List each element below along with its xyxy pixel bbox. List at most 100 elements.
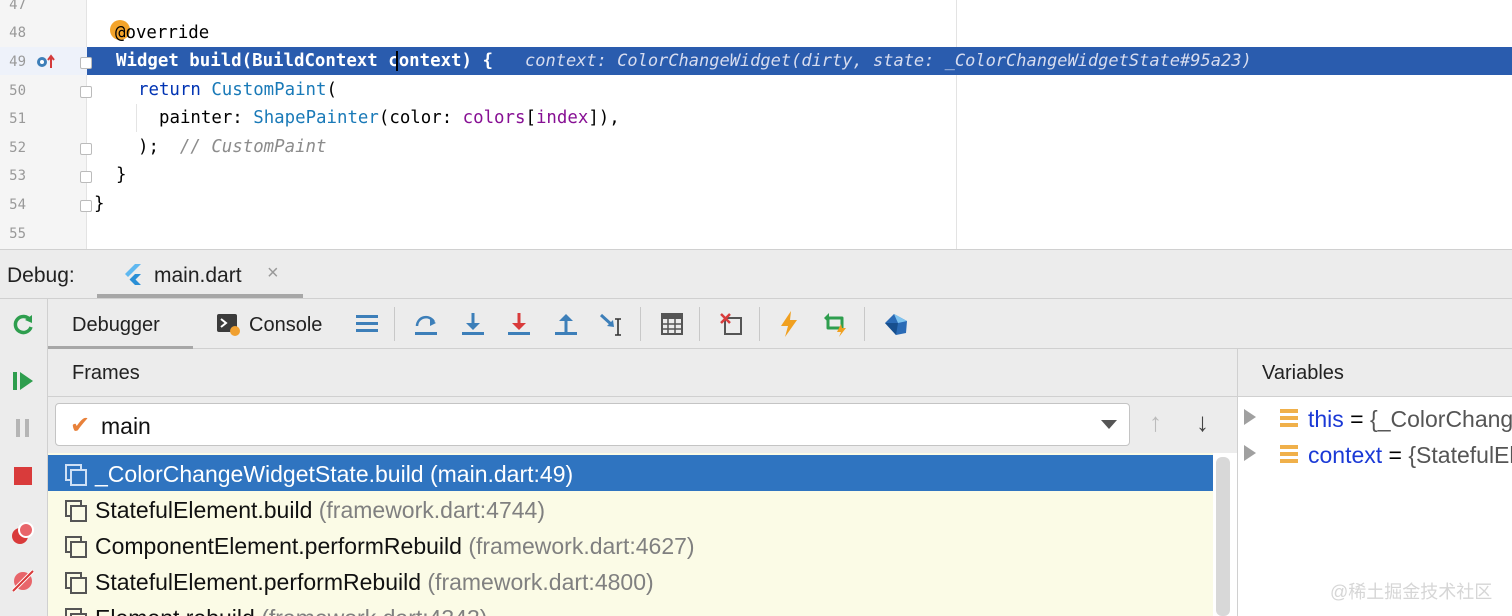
indent-guide bbox=[136, 104, 137, 132]
force-step-into-icon[interactable] bbox=[502, 307, 536, 341]
line-number: 49 bbox=[9, 54, 26, 70]
field-icon bbox=[1280, 445, 1298, 463]
line-number: 52 bbox=[9, 140, 26, 156]
field-colors: colors bbox=[462, 108, 526, 128]
tab-debugger[interactable]: Debugger bbox=[48, 299, 193, 349]
code-editor[interactable]: 47 48 49 50 51 52 53 54 55 @override Wid… bbox=[0, 0, 1512, 249]
frame-name: StatefulElement.performRebuild bbox=[95, 569, 421, 595]
tab-console[interactable]: Console bbox=[214, 299, 344, 349]
frame-name: Element.rebuild bbox=[95, 605, 255, 616]
close-paren: ); bbox=[138, 137, 159, 157]
frames-scrollbar[interactable] bbox=[1216, 457, 1230, 616]
override-marker-icon[interactable] bbox=[36, 54, 56, 70]
debug-side-toolbar bbox=[0, 299, 48, 616]
variable-value: {StatefulElement} bbox=[1408, 442, 1512, 468]
fold-marker-icon[interactable] bbox=[80, 143, 92, 155]
expand-arrow-icon[interactable] bbox=[1244, 445, 1256, 461]
check-icon: ✔ bbox=[70, 412, 91, 439]
code-line-50: return CustomPaint( bbox=[138, 79, 337, 101]
step-over-icon[interactable] bbox=[409, 307, 443, 341]
frame-row[interactable]: ComponentElement.performRebuild (framewo… bbox=[48, 527, 1213, 563]
toolbar-separator bbox=[640, 307, 641, 341]
comment-custompaint: // CustomPaint bbox=[179, 137, 327, 157]
variable-eq: = bbox=[1382, 442, 1409, 468]
frame-location: (framework.dart:4800) bbox=[427, 569, 654, 595]
watermark: @稀土掘金技术社区 bbox=[1330, 582, 1493, 602]
tab-main-dart-label: main.dart bbox=[154, 264, 242, 287]
frame-row[interactable]: Element.rebuild (framework.dart:4343) bbox=[48, 599, 1213, 616]
frames-header: Frames bbox=[48, 349, 1237, 397]
code-line-49: Widget build(BuildContext context) { bbox=[116, 50, 493, 72]
mute-breakpoints-icon[interactable] bbox=[6, 564, 40, 598]
line-number: 54 bbox=[9, 197, 26, 213]
paren: ( bbox=[326, 80, 337, 100]
args-end: ]), bbox=[588, 108, 620, 128]
rerun-icon[interactable] bbox=[6, 307, 40, 341]
line-number: 47 bbox=[9, 0, 26, 13]
frame-location: (framework.dart:4343) bbox=[261, 605, 487, 616]
code-line-54: } bbox=[94, 194, 105, 214]
thread-dropdown[interactable]: ✔ main bbox=[55, 403, 1130, 446]
show-execution-point-icon[interactable] bbox=[350, 307, 384, 341]
field-index: index bbox=[535, 108, 589, 128]
run-to-cursor-icon[interactable] bbox=[595, 307, 629, 341]
fold-marker-icon[interactable] bbox=[80, 200, 92, 212]
thread-name: main bbox=[101, 413, 151, 439]
tab-debugger-label: Debugger bbox=[72, 314, 160, 336]
dart-devtools-icon[interactable] bbox=[879, 307, 913, 341]
step-out-icon[interactable] bbox=[549, 307, 583, 341]
thread-selector-row: ✔ main ↑ ↓ bbox=[48, 397, 1237, 453]
frame-location: (framework.dart:4744) bbox=[318, 497, 545, 523]
frame-row[interactable]: _ColorChangeWidgetState.build (main.dart… bbox=[48, 455, 1213, 491]
frame-icon bbox=[65, 500, 87, 522]
frame-location: (main.dart:49) bbox=[429, 461, 574, 487]
clear-icon[interactable] bbox=[714, 307, 748, 341]
evaluate-expression-icon[interactable] bbox=[655, 307, 689, 341]
arg-color: (color: bbox=[378, 108, 463, 128]
text-caret bbox=[396, 51, 398, 71]
frame-row[interactable]: StatefulElement.build (framework.dart:47… bbox=[48, 491, 1213, 527]
bracket: [ bbox=[525, 108, 536, 128]
annotation-at: @ bbox=[115, 23, 126, 43]
fold-marker-icon[interactable] bbox=[80, 86, 92, 98]
stop-icon[interactable] bbox=[6, 459, 40, 493]
frame-location: (framework.dart:4627) bbox=[468, 533, 695, 559]
class-custompaint: CustomPaint bbox=[211, 80, 327, 100]
line-number: 51 bbox=[9, 111, 26, 127]
tab-console-label: Console bbox=[249, 314, 323, 336]
hot-reload-icon[interactable] bbox=[772, 307, 806, 341]
keyword-return: return bbox=[138, 80, 201, 100]
view-breakpoints-icon[interactable] bbox=[6, 517, 40, 551]
fold-marker-icon[interactable] bbox=[80, 171, 92, 183]
toolbar-separator bbox=[759, 307, 760, 341]
frame-icon bbox=[65, 608, 87, 616]
hot-restart-icon[interactable] bbox=[819, 307, 853, 341]
build-signature: Widget build(BuildContext context) { bbox=[116, 51, 493, 71]
toolbar-separator bbox=[699, 307, 700, 341]
editor-gutter: 47 48 49 50 51 52 53 54 55 bbox=[0, 0, 87, 249]
toolbar-separator bbox=[394, 307, 395, 341]
frame-row[interactable]: StatefulElement.performRebuild (framewor… bbox=[48, 563, 1213, 599]
next-frame-icon[interactable]: ↓ bbox=[1196, 407, 1209, 438]
expand-arrow-icon[interactable] bbox=[1244, 409, 1256, 425]
variable-row[interactable]: this = {_ColorChangeWidgetState} bbox=[1238, 401, 1512, 437]
flutter-icon bbox=[125, 264, 141, 285]
step-into-icon[interactable] bbox=[456, 307, 490, 341]
frame-name: ComponentElement.performRebuild bbox=[95, 533, 462, 559]
debugger-toolbar: Debugger Console bbox=[48, 299, 1512, 349]
previous-frame-icon[interactable]: ↑ bbox=[1149, 407, 1162, 438]
tab-active-underline bbox=[97, 294, 303, 298]
code-line-51: painter: ShapePainter(color: colors[inde… bbox=[159, 107, 620, 129]
variable-name: this bbox=[1308, 406, 1344, 432]
frames-title: Frames bbox=[72, 362, 140, 384]
close-icon[interactable]: × bbox=[267, 262, 279, 285]
tab-main-dart[interactable]: main.dart × bbox=[97, 250, 303, 298]
resume-icon[interactable] bbox=[6, 364, 40, 398]
frame-icon bbox=[65, 536, 87, 558]
pause-icon[interactable] bbox=[6, 411, 40, 445]
frames-panel: Frames ✔ main ↑ ↓ _ColorChangeWidgetStat… bbox=[48, 349, 1237, 616]
debug-label: Debug: bbox=[7, 264, 75, 287]
fold-marker-icon[interactable] bbox=[80, 57, 92, 69]
variable-row[interactable]: context = {StatefulElement} bbox=[1238, 437, 1512, 473]
variable-eq: = bbox=[1343, 406, 1371, 432]
